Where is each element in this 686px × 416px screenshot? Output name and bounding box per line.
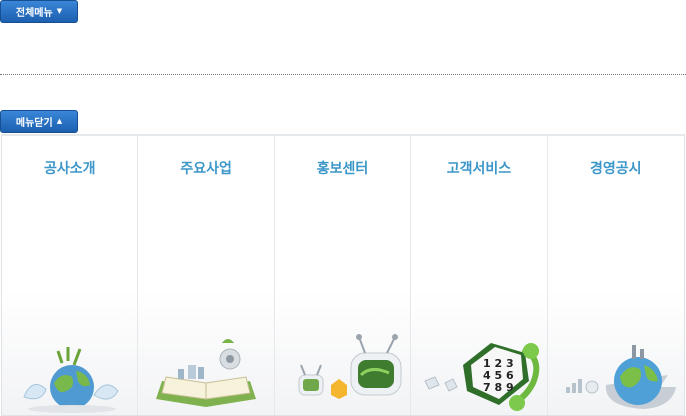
menu-title-business[interactable]: 주요사업 (138, 158, 273, 178)
tv-robot-icon (298, 334, 402, 399)
menu-column-promotion: 홍보센터 (275, 136, 412, 415)
svg-text:7 8 9: 7 8 9 (483, 381, 514, 394)
menu-column-customer: 고객서비스 1 2 3 4 5 6 7 8 9 (411, 136, 548, 415)
menu-title-company[interactable]: 공사소개 (2, 158, 137, 178)
phone-keypad-icon: 1 2 3 4 5 6 7 8 9 (424, 343, 540, 411)
caret-down-icon: ▼ (56, 7, 63, 15)
all-menu-label: 전체메뉴 (15, 8, 53, 19)
close-menu-label: 메뉴닫기 (15, 118, 53, 129)
globe-eggshell-icon (23, 347, 119, 413)
menu-column-company: 공사소개 (2, 136, 139, 415)
menu-title-promotion[interactable]: 홍보센터 (275, 158, 410, 178)
full-menu-panel: 공사소개 주요사업 홍보센터 고객서비스 1 2 3 4 5 6 7 8 9 경… (1, 134, 685, 416)
dotted-divider (0, 74, 686, 75)
close-menu-button[interactable]: 메뉴닫기 ▲ (0, 110, 78, 133)
menu-column-business: 주요사업 (138, 136, 275, 415)
menu-title-customer[interactable]: 고객서비스 (411, 158, 546, 178)
globe-arrow-icon (565, 345, 676, 409)
menu-column-disclosure: 경영공시 (548, 136, 684, 415)
all-menu-button[interactable]: 전체메뉴 ▼ (0, 0, 78, 23)
menu-title-disclosure[interactable]: 경영공시 (548, 158, 684, 178)
open-book-icon (156, 339, 257, 407)
caret-up-icon: ▲ (56, 117, 63, 125)
